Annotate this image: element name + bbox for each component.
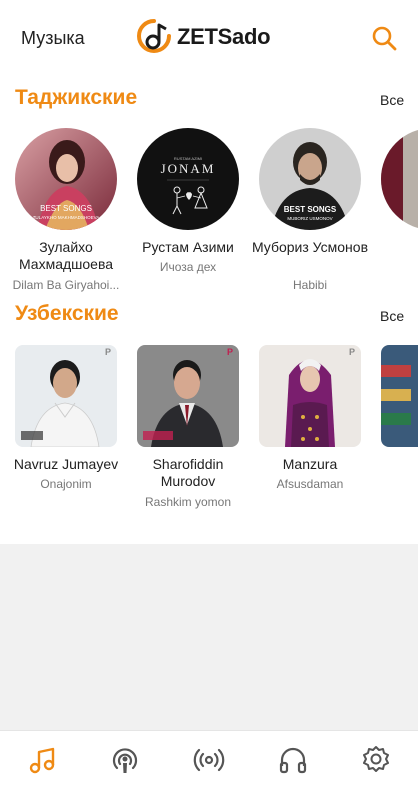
artist-name: Navruz Jumayev bbox=[13, 456, 119, 472]
page-title: Музыка bbox=[21, 28, 85, 48]
song-title: Onajonim bbox=[40, 477, 92, 491]
song-title: Rashkim yomon bbox=[144, 495, 232, 509]
tab-radio[interactable] bbox=[192, 743, 226, 777]
logo-mark-icon bbox=[137, 19, 171, 53]
artist-cover-image: BEST SONGS ZULAYKHO MAKHMADSHOEVA bbox=[15, 128, 117, 230]
see-all-link[interactable]: Все bbox=[380, 92, 404, 108]
artist-row-uzbek: P Navruz Jumayev Onajonim P Sharofiddin … bbox=[0, 345, 418, 515]
song-title: Dilam Ba Giryahoi... bbox=[12, 278, 120, 292]
artist-cover-image: BEST SONGS MUBORIZ USMONOV bbox=[259, 128, 361, 230]
music-note-icon bbox=[29, 747, 55, 774]
artist-cover-image: P bbox=[15, 345, 117, 447]
logo-text: ZETSado bbox=[177, 24, 271, 49]
radio-broadcast-icon bbox=[193, 748, 225, 772]
tab-music[interactable] bbox=[25, 743, 59, 777]
artist-card[interactable] bbox=[371, 128, 418, 298]
content-area: Таджикские Все BEST SONGS ZULAYKHO MAKHM… bbox=[0, 76, 418, 544]
artist-card[interactable]: P Navruz Jumayev Onajonim bbox=[5, 345, 127, 515]
svg-text:JONAM: JONAM bbox=[161, 161, 216, 176]
headphones-icon bbox=[279, 747, 307, 774]
artist-name: Manzura bbox=[282, 456, 338, 472]
svg-text:MUBORIZ USMONOV: MUBORIZ USMONOV bbox=[287, 216, 332, 221]
artist-cover-image: P bbox=[137, 345, 239, 447]
artist-cover-image bbox=[381, 345, 418, 447]
search-icon bbox=[372, 26, 397, 51]
svg-text:ZULAYKHO MAKHMADSHOEVA: ZULAYKHO MAKHMADSHOEVA bbox=[33, 215, 100, 220]
svg-text:P: P bbox=[105, 347, 111, 357]
zetsado-logo: ZETSado bbox=[136, 17, 271, 57]
artist-cover-image bbox=[381, 128, 418, 230]
artist-card[interactable]: BEST SONGS ZULAYKHO MAKHMADSHOEVA Зулайх… bbox=[5, 128, 127, 298]
artist-card[interactable]: P Sharofiddin Murodov Rashkim yomon bbox=[127, 345, 249, 515]
svg-text:P: P bbox=[227, 347, 233, 357]
svg-text:P: P bbox=[349, 347, 355, 357]
svg-text:BEST SONGS: BEST SONGS bbox=[284, 205, 337, 214]
artist-name: Sharofiddin Murodov bbox=[152, 456, 224, 489]
artist-card[interactable]: P Manzura Afsusdaman bbox=[249, 345, 371, 515]
artist-name: Мубориз Усмонов bbox=[251, 239, 369, 255]
artist-cover-image: P bbox=[259, 345, 361, 447]
artist-card[interactable]: RUSTAM AZIMI JONAM Рустам Азими Ичоза де… bbox=[127, 128, 249, 298]
section-title: Узбекские bbox=[15, 302, 119, 325]
artist-name: Рустам Азими bbox=[142, 239, 234, 255]
see-all-link[interactable]: Все bbox=[380, 308, 404, 324]
app-header: Музыка ZETSado bbox=[0, 0, 418, 76]
artist-cover-image: RUSTAM AZIMI JONAM bbox=[137, 128, 239, 230]
podcast-icon bbox=[112, 748, 138, 773]
bottom-tab-bar bbox=[0, 730, 418, 800]
svg-text:BEST SONGS: BEST SONGS bbox=[40, 204, 92, 213]
settings-gear-icon bbox=[363, 746, 389, 772]
tab-podcasts[interactable] bbox=[108, 743, 142, 777]
section-header-tajik: Таджикские Все bbox=[0, 86, 418, 116]
song-title: Afsusdaman bbox=[276, 477, 344, 491]
tab-settings[interactable] bbox=[359, 743, 393, 777]
artist-card[interactable]: BEST SONGS MUBORIZ USMONOV Мубориз Усмон… bbox=[249, 128, 371, 298]
section-title: Таджикские bbox=[15, 86, 138, 109]
artist-card[interactable] bbox=[371, 345, 418, 515]
song-title: Habibi bbox=[292, 278, 328, 292]
artist-name: Зулайхо Махмадшоева bbox=[18, 239, 114, 272]
search-button[interactable] bbox=[370, 24, 398, 52]
artist-row-tajik: BEST SONGS ZULAYKHO MAKHMADSHOEVA Зулайх… bbox=[0, 128, 418, 298]
song-title: Ичоза дех bbox=[159, 260, 217, 274]
section-header-uzbek: Узбекские Все bbox=[0, 302, 418, 332]
tab-headphones[interactable] bbox=[276, 743, 310, 777]
